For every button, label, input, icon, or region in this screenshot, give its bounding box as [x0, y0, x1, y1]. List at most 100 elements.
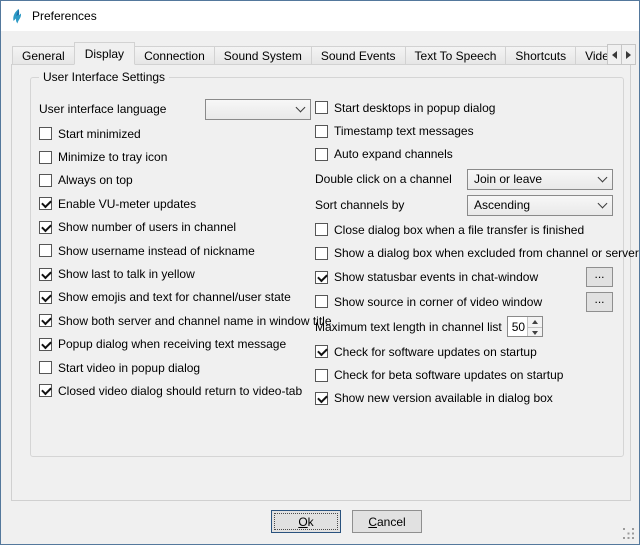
option-auto-expand-channels[interactable]: Auto expand channels [315, 143, 613, 166]
tab-label: Display [85, 47, 124, 61]
checkbox[interactable] [315, 148, 328, 161]
option-close-filetransfer-dialog[interactable]: Close dialog box when a file transfer is… [315, 218, 613, 241]
tab-scroll-buttons [608, 44, 636, 65]
spinner-buttons [527, 317, 542, 336]
checkbox[interactable] [39, 291, 52, 304]
tab-scroll-left-icon[interactable] [607, 44, 622, 65]
max-text-length-row: Maximum text length in channel list 50 [315, 314, 613, 340]
checkbox[interactable] [39, 127, 52, 140]
checkbox[interactable] [315, 271, 328, 284]
option-minimize-to-tray[interactable]: Minimize to tray icon [39, 145, 311, 168]
chevron-down-icon [598, 198, 608, 208]
checkbox[interactable] [39, 384, 52, 397]
spin-down-icon[interactable] [527, 327, 542, 337]
checkbox[interactable] [315, 247, 328, 260]
tab-display[interactable]: Display [74, 42, 135, 65]
checkbox[interactable] [315, 295, 328, 308]
checkbox-label: Start video in popup dialog [58, 361, 200, 375]
checkbox[interactable] [39, 197, 52, 210]
language-select[interactable] [205, 99, 311, 120]
checkbox[interactable] [39, 151, 52, 164]
tab-sound-events[interactable]: Sound Events [311, 46, 406, 65]
resize-grip[interactable] [623, 528, 635, 540]
checkbox[interactable] [315, 369, 328, 382]
checkbox[interactable] [39, 268, 52, 281]
option-popup-text-message[interactable]: Popup dialog when receiving text message [39, 333, 311, 356]
tab-text-to-speech[interactable]: Text To Speech [405, 46, 507, 65]
option-desktops-popup[interactable]: Start desktops in popup dialog [315, 96, 613, 119]
tab-label: Connection [144, 49, 205, 63]
statusbar-events-browse-button[interactable]: ... [586, 267, 613, 287]
option-video-popup[interactable]: Start video in popup dialog [39, 356, 311, 379]
option-closed-video-return[interactable]: Closed video dialog should return to vid… [39, 379, 311, 402]
tab-connection[interactable]: Connection [134, 46, 215, 65]
cancel-button[interactable]: Cancel [352, 510, 422, 533]
option-video-source-corner[interactable]: Show source in corner of video window ..… [315, 289, 613, 314]
option-show-user-count[interactable]: Show number of users in channel [39, 216, 311, 239]
combo-value: Ascending [474, 198, 530, 212]
checkbox[interactable] [39, 174, 52, 187]
ok-mnemonic: O [298, 515, 307, 529]
checkbox-label: Show statusbar events in chat-window [334, 270, 538, 284]
tab-sound-system[interactable]: Sound System [214, 46, 312, 65]
checkbox[interactable] [315, 223, 328, 236]
checkbox-label: Check for software updates on startup [334, 345, 537, 359]
option-statusbar-events[interactable]: Show statusbar events in chat-window ... [315, 265, 613, 290]
ui-settings-group: User Interface Settings User interface l… [30, 77, 624, 457]
checkbox[interactable] [39, 361, 52, 374]
checkbox[interactable] [315, 392, 328, 405]
double-click-select[interactable]: Join or leave [467, 169, 613, 190]
cancel-mnemonic: C [368, 515, 377, 529]
checkbox-label: Start minimized [58, 127, 141, 141]
option-show-new-version[interactable]: Show new version available in dialog box [315, 387, 613, 410]
checkbox[interactable] [39, 314, 52, 327]
tab-bar: General Display Connection Sound System … [12, 42, 612, 65]
combo-value: Join or leave [474, 172, 542, 186]
checkbox-label: Show new version available in dialog box [334, 391, 553, 405]
checkbox[interactable] [315, 345, 328, 358]
left-column: User interface language Start minimized … [39, 96, 311, 403]
tab-label: Text To Speech [415, 49, 497, 63]
sort-channels-row: Sort channels by Ascending [315, 192, 613, 218]
app-icon [9, 8, 25, 24]
option-check-updates[interactable]: Check for software updates on startup [315, 340, 613, 363]
option-always-on-top[interactable]: Always on top [39, 169, 311, 192]
checkbox-label: Show source in corner of video window [334, 295, 542, 309]
tab-label: General [22, 49, 65, 63]
checkbox-label: Show last to talk in yellow [58, 267, 195, 281]
checkbox[interactable] [315, 101, 328, 114]
sort-channels-select[interactable]: Ascending [467, 195, 613, 216]
video-source-browse-button[interactable]: ... [586, 292, 613, 312]
option-check-beta-updates[interactable]: Check for beta software updates on start… [315, 363, 613, 386]
language-row: User interface language [39, 96, 311, 122]
spin-value: 50 [508, 317, 527, 336]
option-vu-meter[interactable]: Enable VU-meter updates [39, 192, 311, 215]
max-text-length-spinner[interactable]: 50 [507, 316, 543, 337]
spin-up-icon[interactable] [527, 317, 542, 327]
field-label: Maximum text length in channel list [315, 320, 502, 334]
tab-shortcuts[interactable]: Shortcuts [505, 46, 576, 65]
option-show-username[interactable]: Show username instead of nickname [39, 239, 311, 262]
option-timestamp-messages[interactable]: Timestamp text messages [315, 119, 613, 142]
tab-scroll-right-icon[interactable] [621, 44, 636, 65]
option-excluded-dialog[interactable]: Show a dialog box when excluded from cha… [315, 242, 613, 265]
titlebar[interactable]: Preferences [1, 1, 639, 31]
option-show-emojis[interactable]: Show emojis and text for channel/user st… [39, 286, 311, 309]
chevron-down-icon [598, 172, 608, 182]
option-start-minimized[interactable]: Start minimized [39, 122, 311, 145]
tab-general[interactable]: General [12, 46, 75, 65]
option-server-channel-title[interactable]: Show both server and channel name in win… [39, 309, 311, 332]
checkbox[interactable] [39, 221, 52, 234]
ok-label: k [308, 515, 314, 529]
checkbox-label: Close dialog box when a file transfer is… [334, 223, 584, 237]
checkbox[interactable] [39, 244, 52, 257]
option-last-talk-yellow[interactable]: Show last to talk in yellow [39, 262, 311, 285]
checkbox-label: Show a dialog box when excluded from cha… [334, 246, 639, 260]
checkbox-label: Show number of users in channel [58, 220, 236, 234]
checkbox-label: Show emojis and text for channel/user st… [58, 290, 291, 304]
checkbox-label: Enable VU-meter updates [58, 197, 196, 211]
ok-button[interactable]: Ok [271, 510, 341, 533]
tab-label: Sound System [224, 49, 302, 63]
checkbox[interactable] [39, 338, 52, 351]
checkbox[interactable] [315, 125, 328, 138]
